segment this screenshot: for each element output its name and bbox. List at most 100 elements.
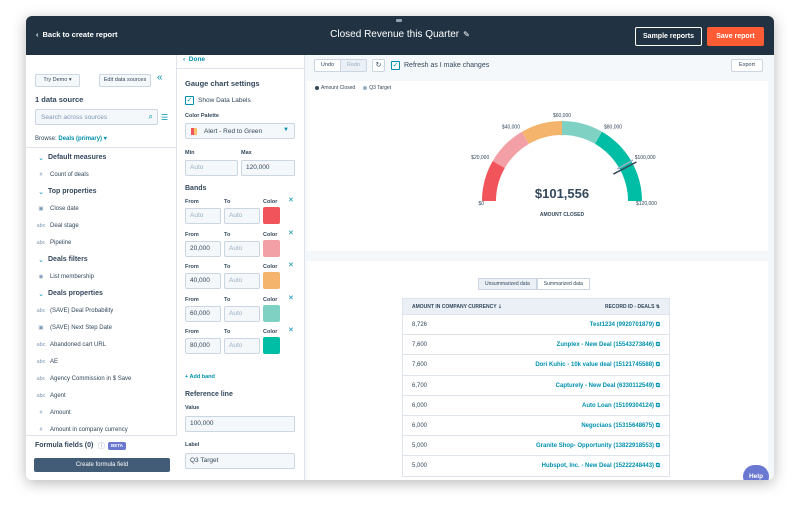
search-icon[interactable]: ⌕ [149, 112, 153, 122]
tree-label: Close date [50, 206, 79, 212]
tree-item[interactable]: abc Agent [26, 389, 177, 405]
band-color-swatch[interactable] [263, 207, 280, 224]
gauge-tick-label: $100,000 [635, 155, 656, 161]
chevron-down-icon: ⌄ [38, 291, 44, 298]
table-row: 6,000 Auto Loan (15109304124) ⧉ [402, 395, 670, 416]
band-color-swatch[interactable] [263, 337, 280, 354]
export-button[interactable]: Export [731, 59, 763, 72]
bands-heading: Bands [185, 185, 207, 192]
tree-group[interactable]: ⌄ Default measures [26, 151, 177, 167]
gauge-band[interactable] [595, 131, 642, 201]
record-link[interactable]: Capturely - New Deal (6330112549) ⧉ [556, 383, 660, 390]
record-link[interactable]: Test1234 (9920701879) ⧉ [590, 322, 660, 329]
gauge-settings-heading: Gauge chart settings [185, 79, 260, 88]
tree-item[interactable]: abc Abandoned cart URL [26, 338, 177, 354]
table-row: 5,000 Hubspot, Inc. - New Deal (152222484… [402, 456, 670, 477]
tree-item[interactable]: ▣ Close date [26, 202, 177, 218]
tree-item[interactable]: abc Pipeline [26, 236, 177, 252]
tree-item[interactable]: ◉ List membership [26, 270, 177, 286]
close-icon[interactable]: ✕ [288, 261, 294, 269]
browse-dropdown[interactable]: Deals (primary) ▾ [58, 136, 106, 142]
tree-item[interactable]: abc Agency Commission in $ Save [26, 372, 177, 388]
band-from-input[interactable]: 20,000 [185, 240, 221, 257]
band-to-input[interactable]: Auto [224, 208, 260, 224]
undo-button[interactable]: Undo [314, 59, 341, 72]
max-input[interactable]: 120,000 [241, 160, 295, 176]
record-link[interactable]: Dori Kuhic - 10k value deal (15121745588… [535, 362, 660, 369]
tree-item[interactable]: abc Deal stage [26, 219, 177, 235]
pencil-icon[interactable]: ✎ [463, 30, 470, 39]
add-band-link[interactable]: + Add band [185, 374, 215, 380]
try-demo-button[interactable]: Try Demo ▾ [35, 74, 80, 87]
done-button[interactable]: ‹ Done [183, 56, 205, 63]
band-color-swatch[interactable] [263, 239, 280, 257]
close-icon[interactable]: ✕ [288, 229, 294, 237]
band-from-input[interactable]: 40,000 [185, 273, 221, 289]
reference-value-input[interactable]: 100,000 [185, 416, 295, 432]
close-icon[interactable]: ✕ [288, 326, 294, 334]
show-labels-checkbox[interactable]: ✓ [185, 96, 194, 105]
gauge-band[interactable] [522, 121, 562, 144]
tree-label: Deals filters [48, 256, 88, 263]
band-to-input[interactable]: Auto [224, 305, 260, 322]
reference-value-label: Value [185, 405, 200, 411]
tree-item[interactable]: abc AE [26, 355, 177, 371]
color-palette-select[interactable]: Alert - Red to Green ▼ [185, 123, 295, 139]
info-icon[interactable]: ⓘ [98, 441, 105, 451]
sample-reports-button[interactable]: Sample reports [635, 27, 702, 46]
tree-item[interactable]: # Amount [26, 406, 177, 422]
tree-item[interactable]: # Count of deals [26, 168, 177, 184]
tree-item[interactable]: ▣ (SAVE) Next Step Date [26, 321, 177, 337]
property-type-icon: abc [36, 223, 46, 229]
tree-label: Default measures [48, 154, 107, 161]
column-header-amount[interactable]: AMOUNT IN COMPANY CURRENCY ⇣ [412, 304, 502, 310]
column-header-record[interactable]: RECORD ID - DEALS ⇅ [605, 304, 660, 310]
record-link[interactable]: Negociaos (15315648675) ⧉ [581, 423, 660, 430]
tab-unsummarized[interactable]: Unsummarized data [478, 278, 537, 290]
tab-summarized[interactable]: Summarized data [536, 278, 590, 290]
band-from-label: From [185, 329, 199, 335]
band-from-input[interactable]: 60,000 [185, 305, 221, 322]
band-to-input[interactable]: Auto [224, 240, 260, 257]
band-to-input[interactable]: Auto [224, 273, 260, 289]
tree-group[interactable]: ⌄ Top properties [26, 185, 177, 201]
record-link-label: Zunplex - New Deal (15543273846) [556, 342, 655, 349]
record-link[interactable]: Auto Loan (15109304124) ⧉ [582, 403, 660, 410]
gauge-band[interactable] [562, 121, 602, 144]
band-from-input[interactable]: 80,000 [185, 338, 221, 354]
help-button[interactable]: Help [743, 465, 769, 480]
collapse-panel-icon[interactable]: « [157, 72, 163, 83]
preview-toolbar: Undo Redo ↻ ✓ Refresh as I make changes … [305, 55, 774, 79]
close-icon[interactable]: ✕ [288, 294, 294, 302]
redo-button[interactable]: Redo [340, 59, 367, 72]
table-row: 7,600 Dori Kuhic - 10k value deal (151217… [402, 355, 670, 376]
tree-item[interactable]: abc (SAVE) Deal Probability [26, 304, 177, 320]
record-link[interactable]: Granite Shop- Opportunity (13822918553) … [536, 443, 660, 450]
data-table-card: Unsummarized data Summarized data AMOUNT… [307, 261, 768, 480]
band-color-swatch[interactable] [263, 272, 280, 289]
property-type-icon: abc [36, 342, 46, 348]
search-sources-input[interactable]: Search across sources ⌕ [35, 109, 158, 125]
record-link[interactable]: Zunplex - New Deal (15543273846) ⧉ [557, 342, 660, 349]
min-input[interactable]: Auto [185, 160, 238, 176]
tree-label: Top properties [48, 188, 97, 195]
filter-settings-icon[interactable]: ☰ [161, 113, 168, 122]
gauge-band[interactable] [482, 161, 505, 201]
tree-group[interactable]: ⌄ Deals properties [26, 287, 177, 303]
gauge-band[interactable] [492, 131, 529, 168]
record-link[interactable]: Hubspot, Inc. - New Deal (15222248443) ⧉ [542, 463, 660, 470]
edit-data-sources-button[interactable]: Edit data sources [99, 74, 151, 87]
create-formula-button[interactable]: Create formula field [34, 458, 170, 472]
save-report-button[interactable]: Save report [707, 27, 764, 46]
report-title: Closed Revenue this Quarter [330, 29, 460, 40]
property-type-icon: abc [36, 376, 46, 382]
tree-label: Abandoned cart URL [50, 342, 107, 348]
band-from-input[interactable]: Auto [185, 208, 221, 224]
reference-label-input[interactable]: Q3 Target [185, 453, 295, 469]
tree-group[interactable]: ⌄ Deals filters [26, 253, 177, 269]
band-color-swatch[interactable] [263, 304, 280, 322]
refresh-checkbox[interactable]: ✓ [391, 61, 400, 70]
refresh-icon[interactable]: ↻ [372, 59, 385, 72]
close-icon[interactable]: ✕ [288, 196, 294, 204]
band-to-input[interactable]: Auto [224, 338, 260, 354]
